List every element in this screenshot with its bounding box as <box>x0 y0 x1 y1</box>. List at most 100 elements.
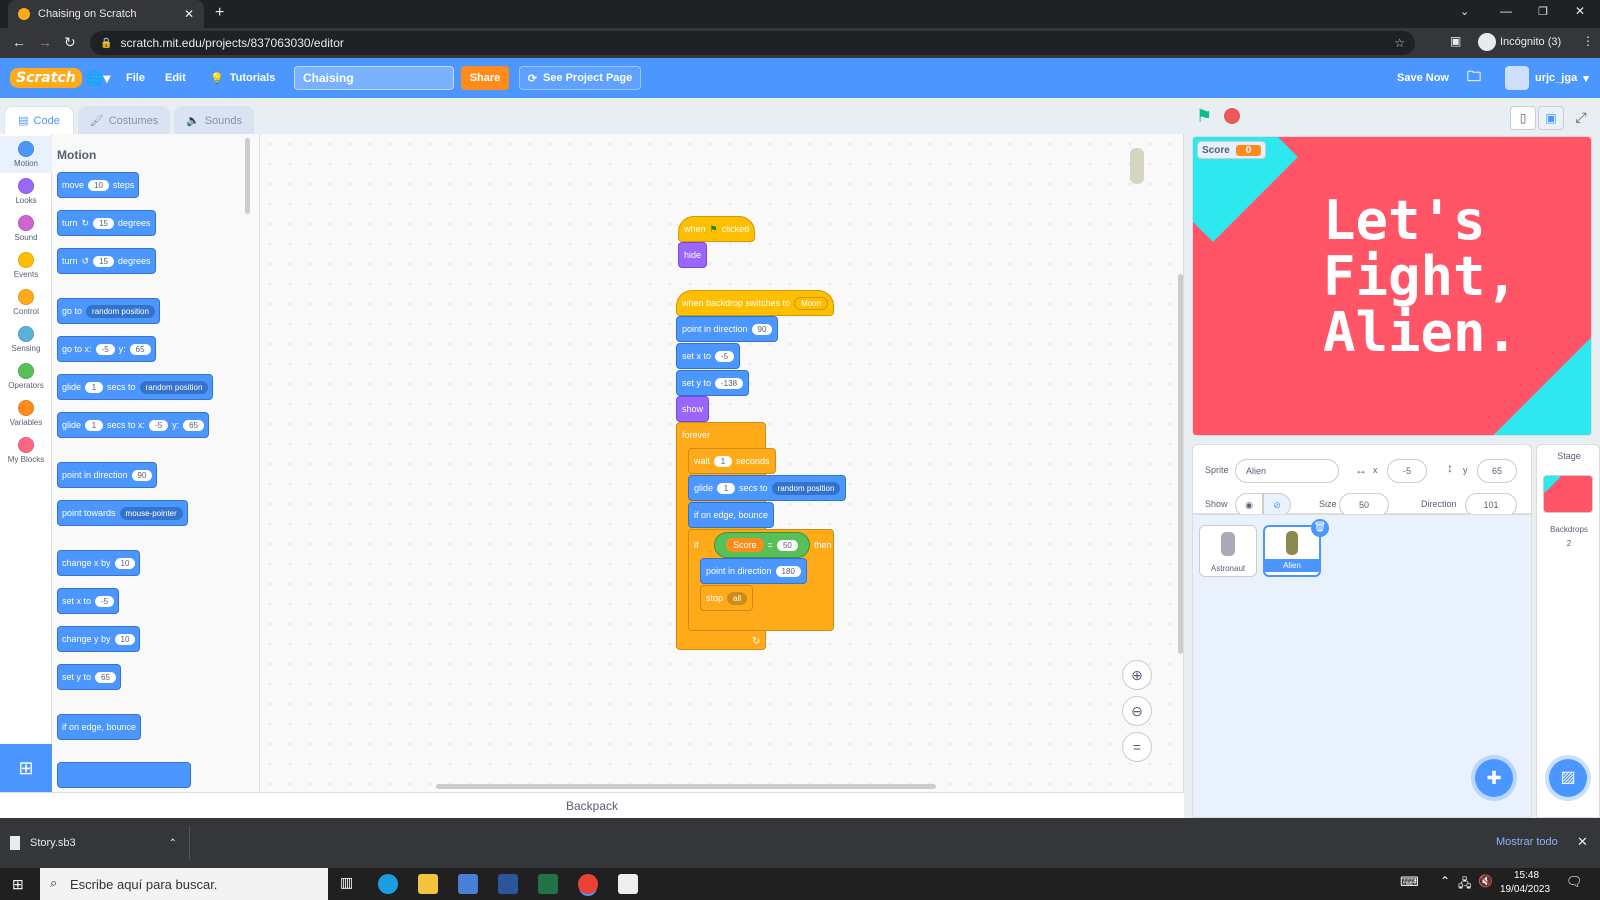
normal-stage-icon[interactable]: ▣ <box>1538 106 1564 130</box>
block-turn-right[interactable]: turn ↻ 15 degrees <box>57 210 156 236</box>
tab-costumes[interactable]: 🖌 Costumes <box>78 106 170 134</box>
palette-scrollbar[interactable] <box>245 138 250 214</box>
change-x-input[interactable]: 10 <box>114 557 136 569</box>
block-point-towards[interactable]: point towards mouse-pointer <box>57 500 188 526</box>
clock-date[interactable]: 19/04/2023 <box>1500 884 1550 895</box>
tutorials-menu[interactable]: 💡 Tutorials <box>210 58 275 98</box>
glide-to-dropdown[interactable]: random position <box>139 380 209 394</box>
stage-selector-pane[interactable]: Stage Backdrops 2 ▨ <box>1536 444 1600 818</box>
volume-muted-icon[interactable]: 🔇 <box>1478 874 1493 888</box>
chrome-icon[interactable] <box>578 874 598 894</box>
stop-button[interactable] <box>1224 108 1240 124</box>
restore-icon[interactable]: ❐ <box>1538 5 1548 18</box>
network-icon[interactable]: 🖧 <box>1458 874 1471 895</box>
category-control[interactable]: Control <box>0 284 52 321</box>
set-x-value[interactable]: -5 <box>715 350 735 362</box>
category-looks[interactable]: Looks <box>0 173 52 210</box>
y-position-input[interactable]: 65 <box>1477 459 1517 483</box>
block-go-to-xy[interactable]: go to x: -5 y: 65 <box>57 336 156 362</box>
block-glide-to[interactable]: glide 1 secs to random position <box>57 374 214 400</box>
backdrop-dropdown[interactable]: Moon <box>794 296 829 310</box>
glide-input[interactable]: 1 <box>717 482 736 494</box>
show-all-downloads-link[interactable]: Mostrar todo <box>1496 836 1558 848</box>
go-to-y-input[interactable]: 65 <box>129 343 151 355</box>
block-move[interactable]: move 10 steps <box>57 172 140 198</box>
tab-sounds[interactable]: 🔈 Sounds <box>174 106 254 134</box>
set-y-block[interactable]: set y to -138 <box>676 370 750 396</box>
zoom-in-button[interactable]: ⊕ <box>1122 660 1152 690</box>
block-set-x[interactable]: set x to -5 <box>57 588 120 614</box>
category-operators[interactable]: Operators <box>0 358 52 395</box>
show-block[interactable]: show <box>676 396 710 422</box>
when-backdrop-switches-block[interactable]: when backdrop switches to Moon <box>676 290 835 316</box>
category-events[interactable]: Events <box>0 247 52 284</box>
block-glide-to-xy[interactable]: glide 1 secs to x: -5 y: 65 <box>57 412 210 438</box>
project-title-input[interactable]: Chaising <box>294 66 454 90</box>
equals-operator-block[interactable]: Score = 50 <box>714 532 810 558</box>
account-menu[interactable]: urjc_jga ▾ <box>1505 58 1589 98</box>
zoom-out-button[interactable]: ⊖ <box>1122 696 1152 726</box>
glide-x-input[interactable]: -5 <box>149 419 169 431</box>
taskbar-search[interactable]: ⌕ Escribe aquí para buscar. <box>40 868 328 900</box>
share-button[interactable]: Share <box>461 66 509 90</box>
go-to-x-input[interactable]: -5 <box>95 343 115 355</box>
block-point-in-direction[interactable]: point in direction 90 <box>57 462 158 488</box>
point-direction-input[interactable]: 90 <box>751 323 773 335</box>
glide-secs-input[interactable]: 1 <box>85 381 104 393</box>
score-variable-reporter[interactable]: Score <box>726 538 764 552</box>
glide-target-dropdown[interactable]: random position <box>771 481 841 495</box>
x-position-input[interactable]: -5 <box>1387 459 1427 483</box>
stop-dropdown[interactable]: all <box>727 591 748 605</box>
bookmark-star-icon[interactable]: ☆ <box>1394 36 1405 50</box>
block-go-to[interactable]: go to random position <box>57 298 160 324</box>
file-menu[interactable]: File <box>126 58 145 98</box>
close-downloads-icon[interactable]: ✕ <box>1577 834 1588 850</box>
zoom-reset-button[interactable]: = <box>1122 732 1152 762</box>
word-icon[interactable] <box>498 874 518 894</box>
clock-time[interactable]: 15:48 <box>1514 870 1539 881</box>
block-change-x[interactable]: change x by 10 <box>57 550 141 576</box>
code-workspace[interactable]: when ⚑ clicked hide when backdrop switches… <box>260 134 1184 792</box>
if-on-edge-bounce-block[interactable]: if on edge, bounce <box>688 502 775 528</box>
workspace-v-scrollbar[interactable] <box>1178 274 1183 654</box>
glide-block[interactable]: glide 1 secs to random position <box>688 475 847 501</box>
wait-input[interactable]: 1 <box>714 455 733 467</box>
block-change-y[interactable]: change y by 10 <box>57 626 141 652</box>
tab-code[interactable]: ▤ Code <box>4 106 74 134</box>
sprite-name-input[interactable]: Alien <box>1235 459 1339 483</box>
store-icon[interactable] <box>458 874 478 894</box>
add-backdrop-button[interactable]: ▨ <box>1549 759 1587 797</box>
small-stage-icon[interactable]: ▯ <box>1510 106 1536 130</box>
browser-menu-icon[interactable]: ⋮ <box>1582 34 1594 48</box>
forward-icon[interactable]: → <box>38 34 52 50</box>
point-in-direction-block[interactable]: point in direction 90 <box>676 316 779 342</box>
save-now-button[interactable]: Save Now <box>1397 58 1449 98</box>
turn-left-input[interactable]: 15 <box>93 255 114 267</box>
keyboard-icon[interactable]: ⌨ <box>1400 874 1419 890</box>
set-y-value[interactable]: -138 <box>715 377 744 389</box>
back-icon[interactable]: ← <box>12 34 26 50</box>
set-x-block[interactable]: set x to -5 <box>676 343 741 369</box>
stage-canvas[interactable]: Score 0 Let's Fight, Alien. <box>1192 136 1592 436</box>
edge-icon[interactable] <box>378 874 398 894</box>
windows-start-icon[interactable]: ⊞ <box>12 876 24 893</box>
minimize-icon[interactable]: — <box>1500 4 1512 18</box>
category-sound[interactable]: Sound <box>0 210 52 247</box>
fullscreen-icon[interactable]: ⤢ <box>1568 106 1594 130</box>
hide-block[interactable]: hide <box>678 242 708 268</box>
add-sprite-button[interactable]: ✚ <box>1475 759 1513 797</box>
block-turn-left[interactable]: turn ↺ 15 degrees <box>57 248 156 274</box>
sidepanel-icon[interactable]: ▣ <box>1450 34 1461 48</box>
close-tab-icon[interactable]: ✕ <box>184 7 194 21</box>
block-set-y[interactable]: set y to 65 <box>57 664 121 690</box>
category-variables[interactable]: Variables <box>0 395 52 432</box>
chevron-up-icon[interactable]: ⌃ <box>169 838 177 849</box>
file-explorer-icon[interactable] <box>418 874 438 894</box>
url-field[interactable]: 🔒 scratch.mit.edu/projects/837063030/edi… <box>90 31 1415 55</box>
new-tab-icon[interactable]: + <box>215 4 224 22</box>
direction-input[interactable]: 90 <box>131 469 153 481</box>
compare-value-input[interactable]: 50 <box>776 539 798 551</box>
scratch-logo[interactable]: Scratch <box>10 58 82 98</box>
turn-right-input[interactable]: 15 <box>93 217 114 229</box>
notifications-icon[interactable]: 🗨 <box>1566 874 1583 890</box>
